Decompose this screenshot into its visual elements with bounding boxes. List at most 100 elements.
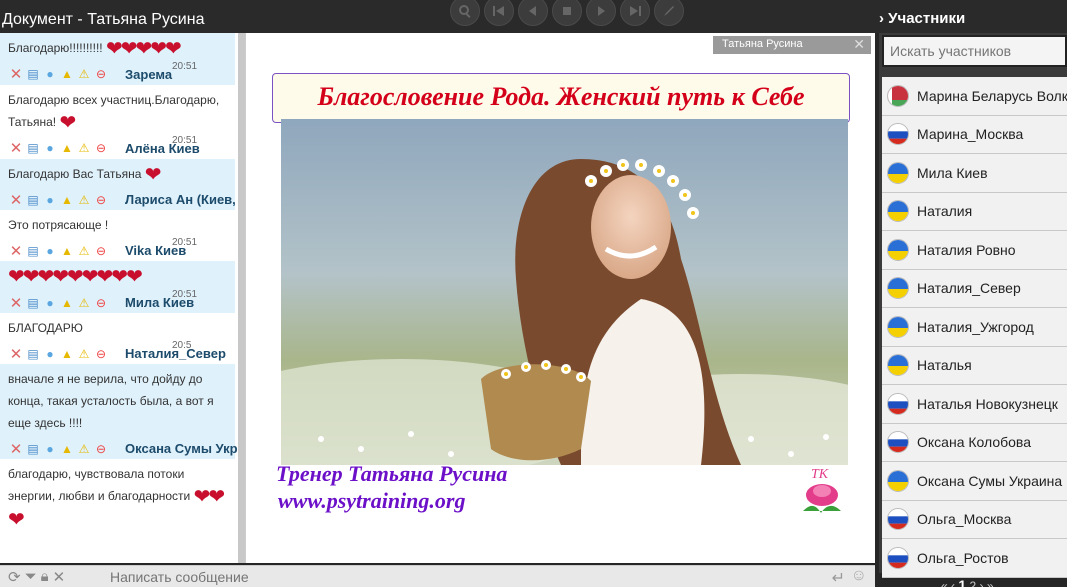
delete-icon[interactable]: ✕ — [8, 346, 24, 363]
heart-emoji: ❤❤❤❤❤ — [105, 37, 182, 60]
skip-start-icon[interactable] — [484, 0, 514, 26]
document-viewer: Татьяна Русина ✕ Благословение Рода. Жен… — [245, 33, 875, 563]
chat-message: вначале я не верила, что дойду до конца,… — [0, 364, 238, 460]
block-icon[interactable]: ⊖ — [93, 295, 109, 311]
warning-icon[interactable]: ⚠ — [76, 140, 92, 156]
message-author[interactable]: Зарема — [125, 67, 172, 82]
slide-banner: Благословение Рода. Женский путь к Себе — [272, 73, 850, 123]
copy-icon[interactable]: ▤ — [25, 441, 41, 457]
message-author[interactable]: Оксана Сумы Укр — [125, 441, 238, 456]
warning-icon[interactable]: ⚠ — [76, 346, 92, 362]
bell-icon[interactable]: ▲ — [59, 346, 75, 362]
delete-icon[interactable]: ✕ — [8, 140, 24, 157]
flag-icon — [887, 161, 909, 184]
app-window: Документ - Татьяна Русина › Участники Бл… — [0, 0, 1067, 587]
smiley-icon[interactable]: ☺ — [851, 567, 867, 585]
play-icon[interactable] — [586, 0, 616, 26]
participant-item[interactable]: Ольга_Москва — [882, 500, 1067, 539]
top-bar: Документ - Татьяна Русина › Участники — [0, 0, 1067, 33]
bell-icon[interactable]: ▲ — [59, 192, 75, 208]
delete-icon[interactable]: ✕ — [8, 295, 24, 312]
filter-icon[interactable]: ⏷ — [25, 568, 37, 586]
participant-item[interactable]: Ольга_Ростов — [882, 539, 1067, 578]
participants-header[interactable]: › Участники — [879, 10, 965, 27]
refresh-icon[interactable]: ⟳ — [8, 568, 21, 586]
copy-icon[interactable]: ▤ — [25, 346, 41, 362]
participant-item[interactable]: Наталья Новокузнецк — [882, 385, 1067, 424]
reply-icon[interactable]: ● — [42, 192, 58, 208]
block-icon[interactable]: ⊖ — [93, 140, 109, 156]
copy-icon[interactable]: ▤ — [25, 192, 41, 208]
bell-icon[interactable]: ▲ — [59, 243, 75, 259]
block-icon[interactable]: ⊖ — [93, 441, 109, 457]
lock-icon[interactable]: 🔒︎ — [41, 568, 49, 586]
bell-icon[interactable]: ▲ — [59, 66, 75, 82]
reply-icon[interactable]: ● — [42, 295, 58, 311]
participant-item[interactable]: Наталия — [882, 192, 1067, 231]
bell-icon[interactable]: ▲ — [59, 441, 75, 457]
participant-item[interactable]: Оксана Сумы Украина — [882, 462, 1067, 501]
chat-message-input[interactable] — [110, 568, 810, 586]
participant-item[interactable]: Наталия_Север — [882, 269, 1067, 308]
send-icon[interactable]: ↵ — [832, 568, 845, 587]
zoom-icon[interactable] — [450, 0, 480, 26]
chat-message: Это потрясающе ! ✕ ▤ ● ▲ ⚠ ⊖ Vika Киев 20:51 — [0, 210, 235, 261]
participant-item[interactable]: Марина Беларусь Волк — [882, 77, 1067, 116]
block-icon[interactable]: ⊖ — [93, 243, 109, 259]
warning-icon[interactable]: ⚠ — [76, 295, 92, 311]
message-tools: ✕ ▤ ● ▲ ⚠ ⊖ Оксана Сумы Укр — [0, 438, 238, 459]
pager-current[interactable]: 1 — [958, 577, 966, 587]
delete-icon[interactable]: ✕ — [8, 441, 24, 458]
delete-icon[interactable]: ✕ — [8, 66, 24, 83]
reply-icon[interactable]: ● — [42, 441, 58, 457]
participant-item[interactable]: Наталия Ровно — [882, 231, 1067, 270]
pager-prev[interactable]: « ‹ — [941, 579, 955, 587]
participant-name: Наталия Ровно — [917, 241, 1016, 258]
reply-icon[interactable]: ● — [42, 243, 58, 259]
copy-icon[interactable]: ▤ — [25, 243, 41, 259]
warning-icon[interactable]: ⚠ — [76, 66, 92, 82]
participant-pager[interactable]: « ‹ 1 2 › » — [941, 577, 994, 587]
participant-list: Марина Беларусь Волк Марина_Москва Мила Ки… — [882, 77, 1067, 578]
participant-item[interactable]: Мила Киев — [882, 154, 1067, 193]
participant-item[interactable]: Оксана Колобова — [882, 423, 1067, 462]
copy-icon[interactable]: ▤ — [25, 140, 41, 156]
participant-item[interactable]: Марина_Москва — [882, 115, 1067, 154]
warning-icon[interactable]: ⚠ — [76, 243, 92, 259]
warning-icon[interactable]: ⚠ — [76, 441, 92, 457]
chat-scrollbar[interactable] — [238, 33, 245, 563]
block-icon[interactable]: ⊖ — [93, 346, 109, 362]
participant-name: Ольга_Ростов — [917, 549, 1009, 566]
pen-icon[interactable] — [654, 0, 684, 26]
stop-icon[interactable] — [552, 0, 582, 26]
heart-emoji: ❤ — [144, 163, 162, 186]
close-icon[interactable]: ✕ — [853, 36, 865, 53]
message-time: 20:5 — [172, 340, 192, 352]
delete-icon[interactable]: ✕ — [8, 243, 24, 260]
message-author[interactable]: Лариса Ан (Киев, у — [125, 192, 245, 207]
media-controls — [450, 0, 684, 26]
rose-logo: ТК — [803, 467, 841, 513]
scrollbar-thumb[interactable] — [238, 33, 245, 563]
reply-icon[interactable]: ● — [42, 140, 58, 156]
message-tools: ✕ ▤ ● ▲ ⚠ ⊖ Мила Киев 20:51 — [0, 289, 235, 313]
message-body: Благодарю!!!!!!!!!! — [8, 41, 103, 55]
block-icon[interactable]: ⊖ — [93, 66, 109, 82]
pager-next[interactable]: 2 › » — [970, 579, 994, 587]
participant-item[interactable]: Наталия_Ужгород — [882, 308, 1067, 347]
warning-icon[interactable]: ⚠ — [76, 192, 92, 208]
copy-icon[interactable]: ▤ — [25, 295, 41, 311]
participant-item[interactable]: Наталья — [882, 346, 1067, 385]
delete-icon[interactable]: ✕ — [8, 192, 24, 209]
reply-icon[interactable]: ● — [42, 346, 58, 362]
clear-icon[interactable]: ✕ — [53, 568, 66, 586]
bell-icon[interactable]: ▲ — [59, 295, 75, 311]
skip-end-icon[interactable] — [620, 0, 650, 26]
participant-search-input[interactable] — [882, 35, 1067, 67]
copy-icon[interactable]: ▤ — [25, 66, 41, 82]
prev-icon[interactable] — [518, 0, 548, 26]
bell-icon[interactable]: ▲ — [59, 140, 75, 156]
reply-icon[interactable]: ● — [42, 66, 58, 82]
block-icon[interactable]: ⊖ — [93, 192, 109, 208]
flag-icon — [887, 431, 909, 454]
